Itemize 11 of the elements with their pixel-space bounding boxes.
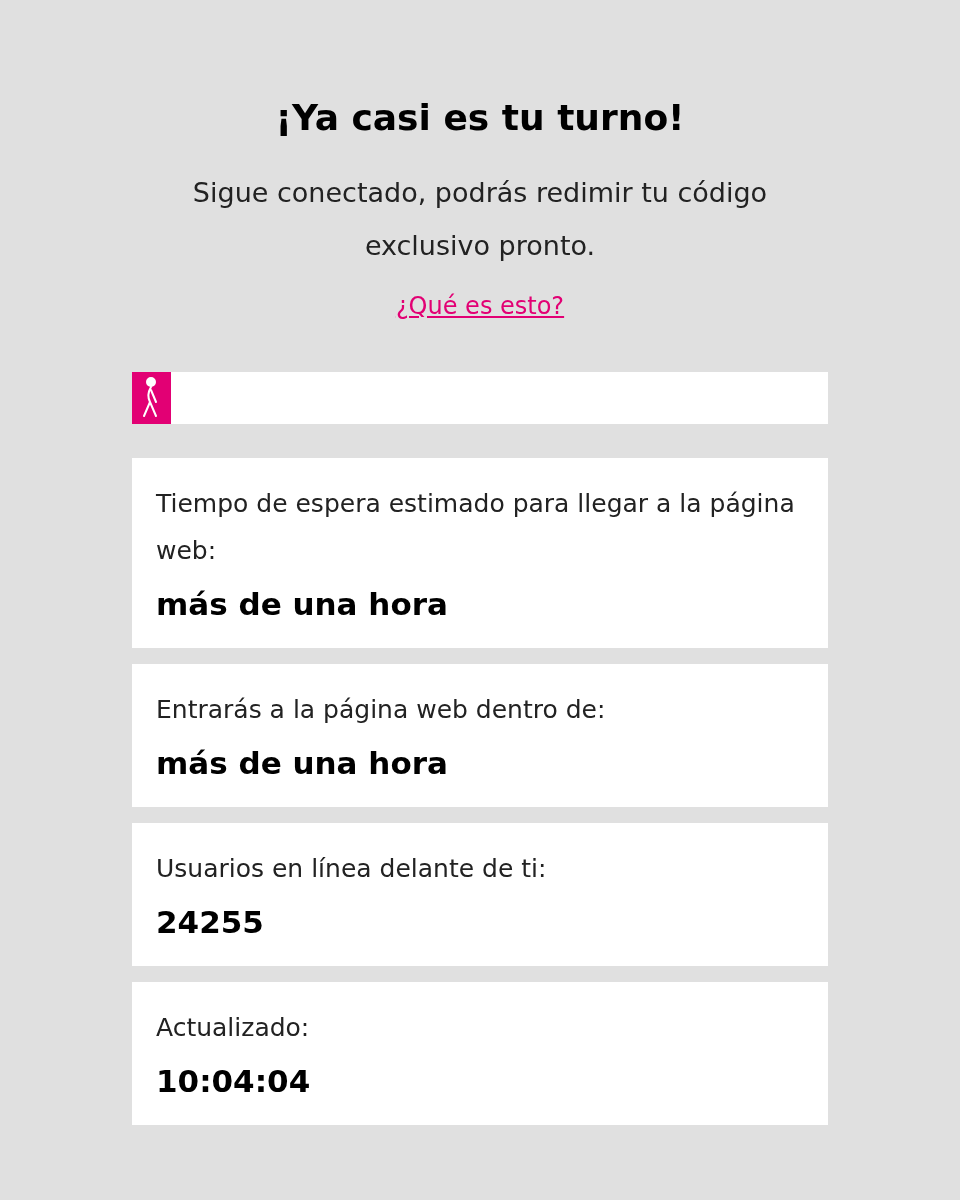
card-value: 10:04:04 [156, 1062, 312, 1101]
card-value: más de una hora [156, 744, 449, 783]
card-label: Usuarios en línea delante de ti: [156, 853, 548, 885]
card-value: más de una hora [156, 585, 449, 624]
card-value: 24255 [156, 903, 265, 942]
card-label: Actualizado: [156, 1012, 311, 1044]
card-label: Tiempo de espera estimado para llegar a la página web: [156, 488, 796, 567]
card-label: Entrarás a la página web dentro de: [156, 694, 607, 726]
page-heading: ¡Ya casi es tu turno! [275, 96, 685, 140]
subtitle-text: Sigue conectado, podrás redimir tu código exclusivo pronto. [191, 176, 769, 263]
info-link[interactable]: ¿Qué es esto? [395, 288, 565, 324]
